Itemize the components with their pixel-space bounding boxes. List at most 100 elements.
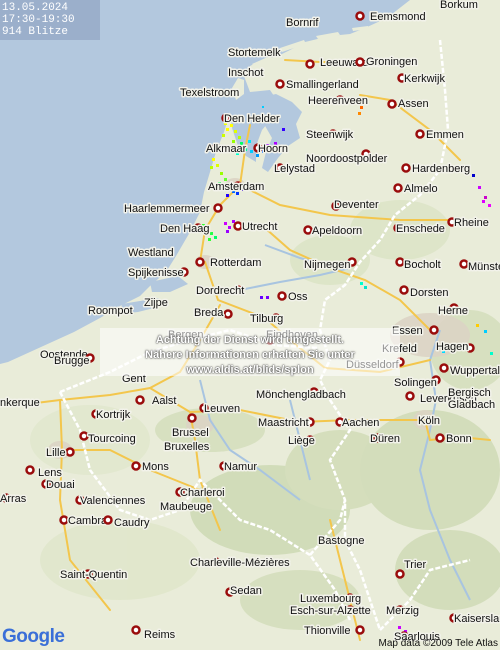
city-label-rotterdam: Rotterdam [210, 257, 261, 269]
info-date: 13.05.2024 [2, 2, 69, 14]
city-label-leuven: Leuven [204, 403, 240, 415]
city-label-herne: Herne [438, 305, 468, 317]
city-label-gladbach: Gladbach [448, 399, 495, 411]
city-label-dorsten: Dorsten [410, 287, 449, 299]
city-marker-bonn[interactable] [435, 433, 445, 443]
city-marker-lens[interactable] [25, 465, 35, 475]
city-marker-rotterdam[interactable] [195, 257, 205, 267]
city-label-den-helder: Den Helder [224, 113, 280, 125]
city-label-aachen: Aachen [342, 417, 379, 429]
city-label-bornrif: Bornrif [286, 17, 319, 29]
city-label-arras: Arras [0, 493, 27, 505]
city-label-westland: Westland [128, 247, 174, 259]
city-label-saint-quentin: Saint-Quentin [60, 569, 127, 581]
city-label-borkum: Borkum [440, 0, 478, 11]
city-marker-mons[interactable] [131, 461, 141, 471]
city-label-sedan: Sedan [230, 585, 262, 597]
city-label-douai: Douai [46, 479, 75, 491]
notice-line-2: Nähere Informationen erhalten Sie unter [145, 349, 355, 361]
city-label-bruxelles: Bruxelles [164, 441, 210, 453]
city-label-haarlemmermeer: Haarlemmermeer [124, 203, 210, 215]
city-label-tourcoing: Tourcoing [88, 433, 136, 445]
city-label-trier: Trier [404, 559, 427, 571]
info-panel: 13.05.2024 17:30-19:30 914 Blitze [0, 0, 100, 40]
city-label-apeldoorn: Apeldoorn [312, 225, 362, 237]
city-label-alkmaar: Alkmaar [206, 143, 247, 155]
city-marker-dorsten[interactable] [399, 285, 409, 295]
city-label-bocholt: Bocholt [404, 259, 441, 271]
city-label-eemsmond: Eemsmond [370, 11, 426, 23]
city-marker-brussel[interactable] [187, 413, 197, 423]
city-marker-lille[interactable] [65, 447, 75, 457]
city-marker-leverkusen[interactable] [405, 391, 415, 401]
city-label-den-haag: Den Haag [160, 223, 210, 235]
city-label-bergisch: Bergisch [448, 387, 491, 399]
city-label-deventer: Deventer [334, 199, 379, 211]
city-label-lille: Lille [46, 447, 66, 459]
city-marker-m-nster[interactable] [459, 259, 469, 269]
lightning-map[interactable]: Bornrif Eemsmond Borkum Stortemelk Leeuwarde… [0, 0, 500, 650]
city-label-li-ge: Liège [288, 435, 315, 447]
city-label-noordoostpolder: Noordoostpolder [306, 153, 388, 165]
city-label-thionville: Thionville [304, 625, 350, 637]
city-marker-reims[interactable] [131, 625, 141, 635]
city-label-esch-sur-alzette: Esch-sur-Alzette [290, 605, 371, 617]
map-canvas[interactable]: Bornrif EemsmondBorkumStortemelkLeeuwarde… [0, 0, 500, 650]
city-label-m-nster: Münster [468, 261, 500, 273]
city-label-emmen: Emmen [426, 129, 464, 141]
city-marker-caudry[interactable] [103, 515, 113, 525]
city-marker-wuppertal[interactable] [439, 363, 449, 373]
city-label-mons: Mons [142, 461, 169, 473]
notice-line-1: Achtung der Dienst wird umgestellt. [155, 334, 345, 346]
city-marker-aalst[interactable] [135, 395, 145, 405]
city-marker-groningen[interactable] [355, 57, 365, 67]
city-label-namur: Namur [224, 461, 257, 473]
city-label-lelystad: Lelystad [274, 163, 315, 175]
city-label-dordrecht: Dordrecht [196, 285, 244, 297]
city-marker-hardenberg[interactable] [401, 163, 411, 173]
city-label-hagen: Hagen [436, 341, 468, 353]
city-label-spijkenisse: Spijkenisse [128, 267, 184, 279]
city-label-brussel: Brussel [172, 427, 209, 439]
city-label-almelo: Almelo [404, 183, 438, 195]
city-label-hardenberg: Hardenberg [412, 163, 470, 175]
city-marker-leeuwarden[interactable] [305, 59, 315, 69]
city-marker-eemsmond[interactable] [355, 11, 365, 21]
city-label-enschede: Enschede [396, 223, 445, 235]
city-marker-cambrai[interactable] [59, 515, 69, 525]
city-marker-tourcoing[interactable] [79, 431, 89, 441]
city-label-nijmegen: Nijmegen [304, 259, 350, 271]
city-marker-breda[interactable] [223, 309, 233, 319]
city-label-smallingerland: Smallingerland [286, 79, 359, 91]
city-label-caudry: Caudry [114, 517, 150, 529]
city-label-reims: Reims [144, 629, 176, 641]
city-marker-emmen[interactable] [415, 129, 425, 139]
city-label-heerenveen: Heerenveen [308, 95, 368, 107]
city-marker-apeldoorn[interactable] [303, 225, 313, 235]
city-marker-assen[interactable] [387, 99, 397, 109]
city-marker-haarlemmermeer[interactable] [213, 203, 223, 213]
city-label-utrecht: Utrecht [242, 221, 277, 233]
city-label-steenwijk: Steenwijk [306, 129, 354, 141]
city-marker-essen[interactable] [429, 325, 439, 335]
city-marker-trier[interactable] [395, 569, 405, 579]
city-marker-utrecht[interactable] [233, 221, 243, 231]
city-label-solingen: Solingen [394, 377, 437, 389]
notice-link[interactable]: www.aldis.at/blids/splon [100, 363, 400, 378]
city-label-luxembourg: Luxembourg [300, 593, 361, 605]
map-copyright: Map data ©2009 Tele Atlas [378, 638, 499, 649]
city-label-breda: Breda [194, 307, 224, 319]
city-label-hoorn: Hoorn [258, 143, 288, 155]
city-marker-thionville[interactable] [355, 625, 365, 635]
city-label-d-ren: Düren [370, 433, 400, 445]
city-marker-almelo[interactable] [393, 183, 403, 193]
city-marker-oss[interactable] [277, 291, 287, 301]
city-label-brugge: Brugge [54, 355, 89, 367]
city-label-rheine: Rheine [454, 217, 489, 229]
city-label-charleville-m-zi-res: Charleville-Mézières [190, 557, 290, 569]
city-label-amsterdam: Amsterdam [208, 181, 264, 193]
city-marker-smallingerland[interactable] [275, 79, 285, 89]
service-notice: Achtung der Dienst wird umgestellt. Nähe… [100, 328, 400, 376]
google-logo[interactable]: Google [2, 626, 65, 648]
city-marker-bocholt[interactable] [395, 257, 405, 267]
